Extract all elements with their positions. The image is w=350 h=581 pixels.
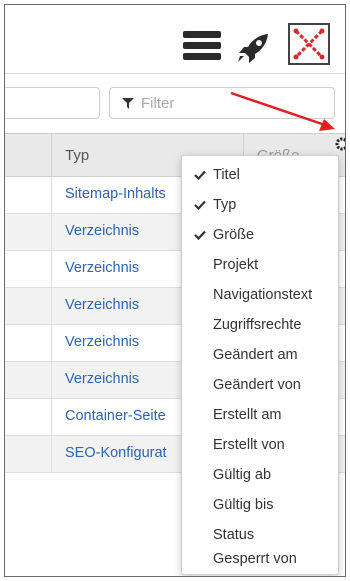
toolbar-divider — [5, 73, 345, 74]
type-cell-link[interactable]: Sitemap-Inhalts — [65, 186, 166, 202]
menu-item-label: Typ — [213, 197, 237, 213]
menu-item-navigationstext[interactable]: Navigationstext — [182, 281, 338, 311]
rocket-icon[interactable] — [235, 31, 275, 65]
menu-item-label: Titel — [213, 167, 240, 183]
menu-item-groesse[interactable]: Größe — [182, 221, 338, 251]
menu-item-label: Zugriffsrechte — [213, 317, 302, 333]
menu-item-label: Größe — [213, 227, 255, 243]
search-input[interactable] — [5, 87, 100, 119]
top-toolbar — [5, 5, 345, 67]
menu-item-label: Status — [213, 527, 255, 543]
menu-item-titel[interactable]: Titel — [182, 161, 338, 191]
hamburger-icon[interactable] — [183, 31, 221, 61]
column-divider — [51, 134, 52, 178]
column-chooser-menu: Titel Typ Größe Projekt Navigationstext … — [181, 155, 339, 575]
close-x-icon[interactable] — [288, 23, 330, 65]
menu-item-label: Gesperrt von — [213, 551, 297, 567]
filter-funnel-icon — [122, 97, 134, 109]
menu-item-label: Erstellt am — [213, 407, 282, 423]
menu-item-typ[interactable]: Typ — [182, 191, 338, 221]
menu-item-label: Projekt — [213, 257, 259, 273]
menu-item-label: Geändert von — [213, 377, 301, 393]
menu-item-label: Gültig bis — [213, 497, 274, 513]
menu-item-erstellt-am[interactable]: Erstellt am — [182, 401, 338, 431]
check-icon — [194, 230, 206, 240]
menu-item-zugriffsrechte[interactable]: Zugriffsrechte — [182, 311, 338, 341]
type-cell-link[interactable]: Container-Seite — [65, 408, 166, 424]
menu-item-erstellt-von[interactable]: Erstellt von — [182, 431, 338, 461]
annotation-arrow — [230, 91, 335, 131]
type-cell-link[interactable]: SEO-Konfigurat — [65, 445, 167, 461]
menu-item-projekt[interactable]: Projekt — [182, 251, 338, 281]
menu-item-gesperrt-von[interactable]: Gesperrt von — [182, 545, 338, 575]
check-icon — [194, 200, 206, 210]
menu-item-label: Geändert am — [213, 347, 298, 363]
app-window: Filter Typ Größe Sitemap-Inhalts Verzeic… — [4, 4, 346, 577]
menu-item-label: Erstellt von — [213, 437, 285, 453]
column-header-typ[interactable]: Typ — [65, 147, 89, 164]
menu-item-geaendert-am[interactable]: Geändert am — [182, 341, 338, 371]
type-cell-link[interactable]: Verzeichnis — [65, 371, 139, 387]
menu-item-geaendert-von[interactable]: Geändert von — [182, 371, 338, 401]
menu-item-gueltig-bis[interactable]: Gültig bis — [182, 491, 338, 521]
menu-item-label: Navigationstext — [213, 287, 313, 303]
gear-icon[interactable] — [335, 137, 346, 151]
check-icon — [194, 170, 206, 180]
type-cell-link[interactable]: Verzeichnis — [65, 223, 139, 239]
menu-item-label: Gültig ab — [213, 467, 272, 483]
menu-item-gueltig-ab[interactable]: Gültig ab — [182, 461, 338, 491]
type-cell-link[interactable]: Verzeichnis — [65, 297, 139, 313]
type-cell-link[interactable]: Verzeichnis — [65, 334, 139, 350]
type-cell-link[interactable]: Verzeichnis — [65, 260, 139, 276]
filter-placeholder: Filter — [141, 94, 175, 112]
